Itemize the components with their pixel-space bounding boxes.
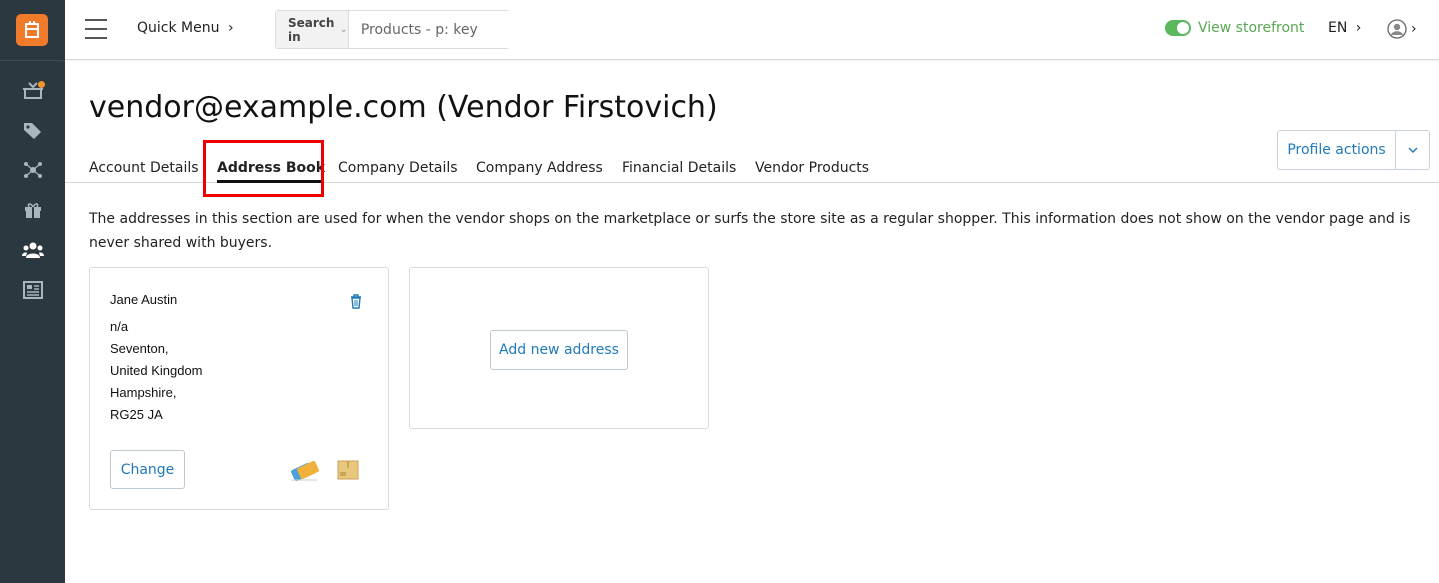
user-avatar-icon <box>1387 19 1407 39</box>
language-label: EN <box>1328 20 1348 36</box>
section-description: The addresses in this section are used f… <box>89 211 1411 251</box>
address-line: RG25 JA <box>110 407 163 422</box>
search-group: Search in ⌄ <box>275 10 535 49</box>
tab-account-details[interactable]: Account Details <box>89 160 199 176</box>
tab-address-book[interactable]: Address Book <box>217 160 325 176</box>
news-icon[interactable] <box>22 279 44 301</box>
hamburger-menu-icon[interactable] <box>85 19 107 39</box>
language-selector[interactable]: EN › <box>1328 20 1361 36</box>
address-card: Jane Austin n/a Seventon, United Kingdom… <box>89 267 389 510</box>
view-storefront-link[interactable]: View storefront <box>1165 20 1304 36</box>
user-menu[interactable]: › <box>1387 19 1417 39</box>
chevron-right-icon: › <box>1411 21 1417 37</box>
view-storefront-label: View storefront <box>1198 20 1305 36</box>
network-icon[interactable] <box>22 159 44 181</box>
tab-company-details[interactable]: Company Details <box>338 160 458 176</box>
quick-menu[interactable]: Quick Menu › <box>137 20 234 36</box>
search-in-select[interactable]: Search in ⌄ <box>276 11 349 48</box>
address-name: Jane Austin <box>110 292 178 307</box>
search-input[interactable] <box>348 11 535 48</box>
chevron-right-icon: › <box>1355 20 1362 36</box>
tab-vendor-products[interactable]: Vendor Products <box>755 160 869 176</box>
address-line: Seventon, <box>110 341 169 356</box>
rail-separator <box>0 60 65 61</box>
gift-icon[interactable] <box>22 199 44 221</box>
search-in-label: Search in <box>288 15 335 44</box>
quick-menu-label: Quick Menu <box>137 20 220 36</box>
new-address-card: Add new address <box>409 267 709 429</box>
add-new-address-button[interactable]: Add new address <box>490 330 628 370</box>
left-rail <box>0 0 65 583</box>
page-title: vendor@example.com (Vendor Firstovich) <box>89 90 718 125</box>
storefront-toggle-icon[interactable] <box>1165 20 1191 36</box>
billing-address-icon[interactable] <box>289 458 319 482</box>
tab-financial-details[interactable]: Financial Details <box>622 160 736 176</box>
logo-icon[interactable] <box>16 14 48 46</box>
address-line: n/a <box>110 319 129 334</box>
active-tab-indicator <box>217 180 323 183</box>
chevron-down-icon: ⌄ <box>339 24 348 35</box>
tags-icon[interactable] <box>22 119 44 141</box>
trash-icon[interactable] <box>348 293 364 309</box>
change-address-button[interactable]: Change <box>110 450 185 489</box>
tab-company-address[interactable]: Company Address <box>476 160 603 176</box>
notification-dot <box>38 81 45 88</box>
tab-bar: Account Details Address Book Company Det… <box>65 142 1439 183</box>
top-bar: Quick Menu › Search in ⌄ View storefront… <box>65 0 1439 60</box>
shipping-address-icon[interactable] <box>336 458 360 482</box>
address-line: Hampshire, <box>110 385 177 400</box>
chevron-right-icon: › <box>227 20 234 36</box>
users-icon[interactable] <box>22 239 44 261</box>
address-line: United Kingdom <box>110 363 203 378</box>
